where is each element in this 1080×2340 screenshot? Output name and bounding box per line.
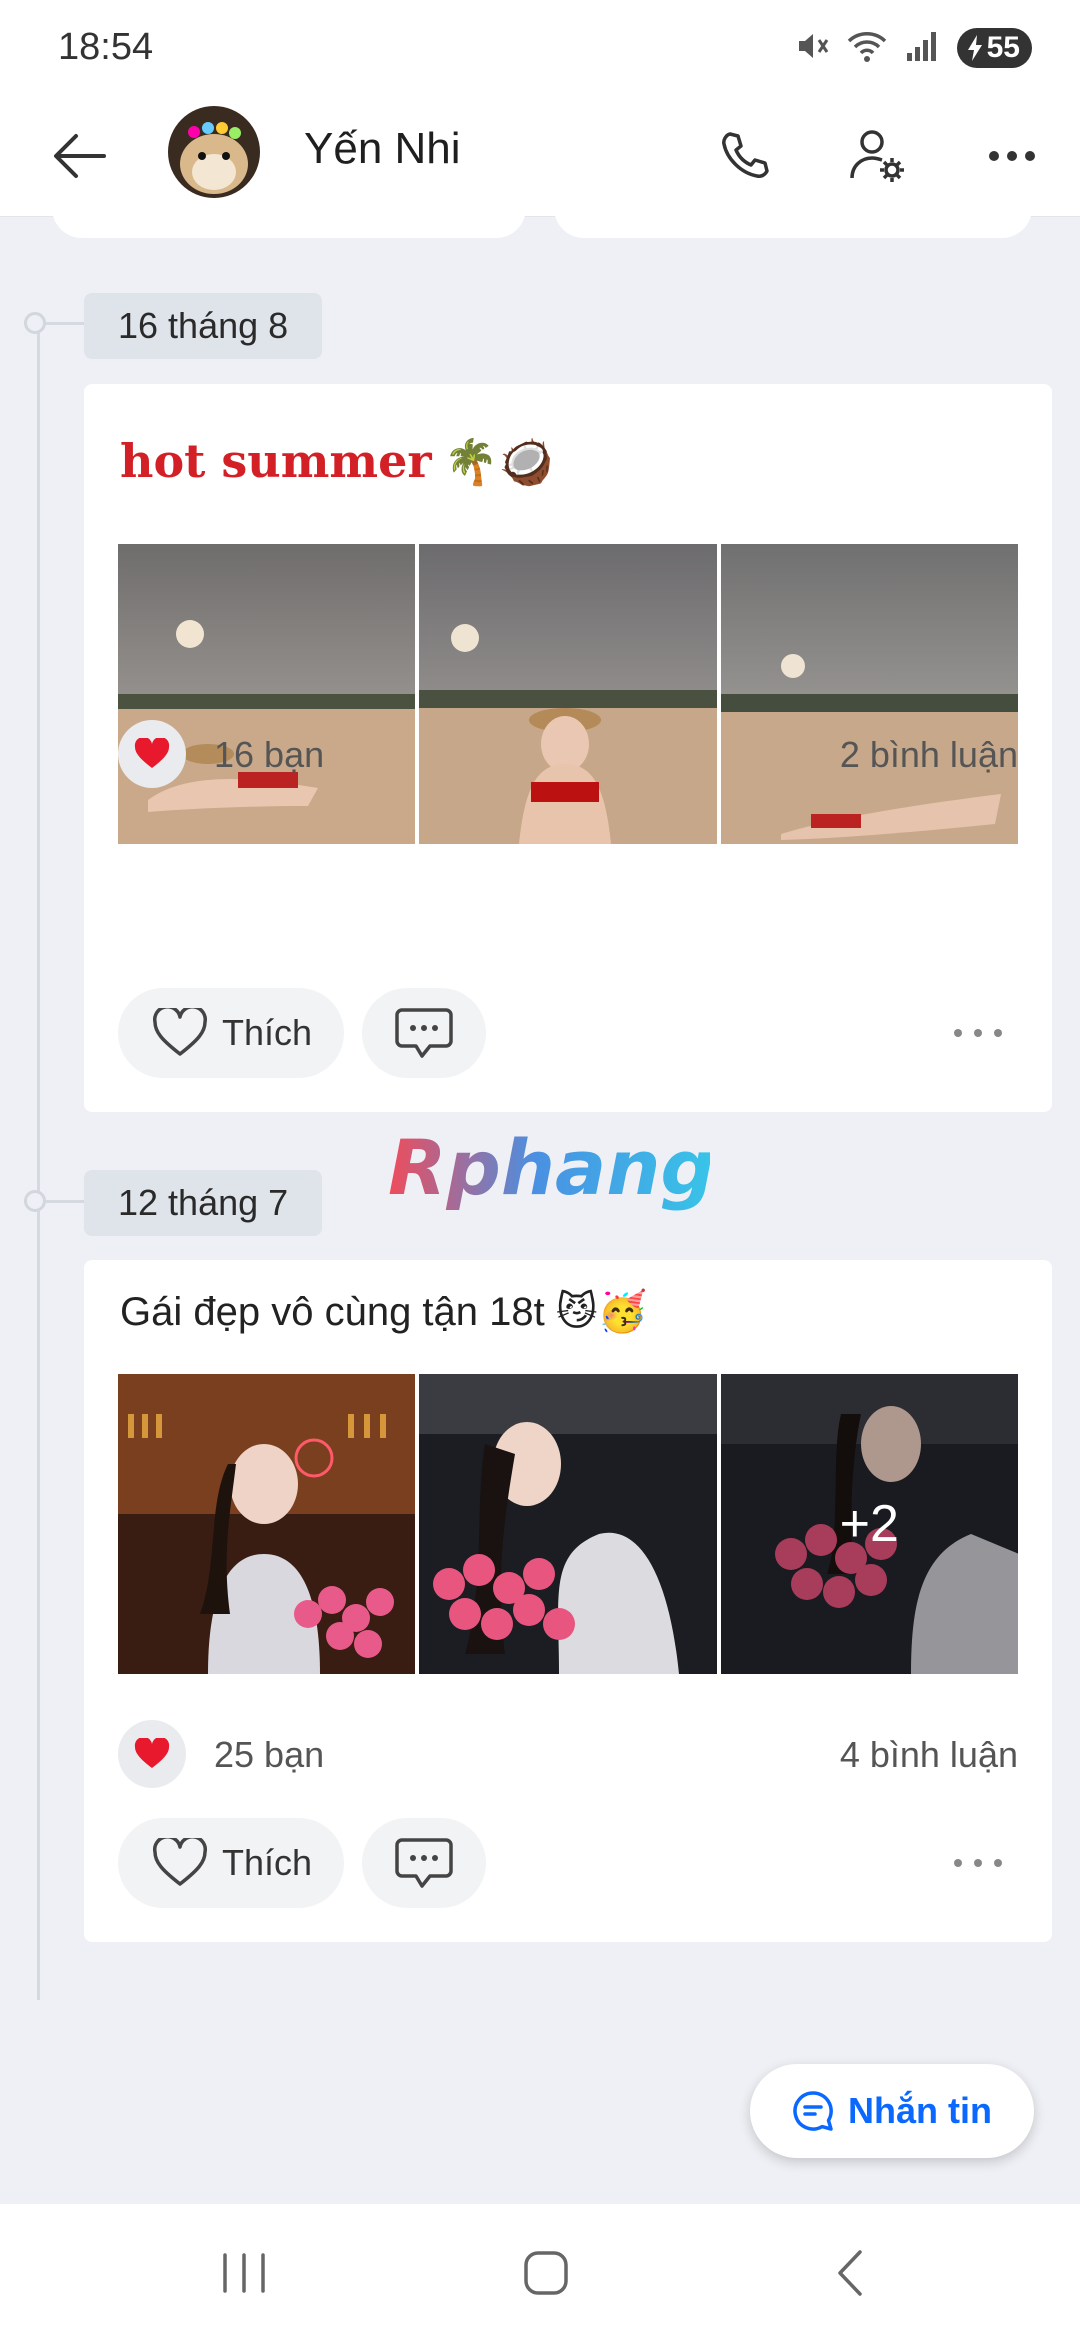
recent-apps-icon xyxy=(223,2253,265,2293)
timeline-dot xyxy=(24,1190,46,1212)
timeline-tick xyxy=(46,322,86,325)
date-chip: 16 tháng 8 xyxy=(84,293,323,359)
more-icon xyxy=(954,1859,1002,1867)
post-photo[interactable] xyxy=(118,1374,416,1674)
reaction-count[interactable]: 16 bạn xyxy=(214,734,324,776)
heart-outline-icon xyxy=(153,1008,207,1056)
post-title: Gái đẹp vô cùng tận 18t 😼🥳 xyxy=(120,1288,647,1335)
comment-button[interactable] xyxy=(362,988,486,1078)
message-button-label: Nhắn tin xyxy=(848,2090,992,2131)
call-button[interactable] xyxy=(704,116,784,196)
heart-reaction-icon[interactable] xyxy=(118,720,186,788)
post-title-text: hot summer xyxy=(120,434,432,488)
more-options-button[interactable] xyxy=(972,116,1052,196)
post-photo[interactable] xyxy=(419,1374,717,1674)
post-more-button[interactable] xyxy=(938,1838,1018,1888)
reactions-row: 25 bạn 4 bình luận xyxy=(118,1720,1018,1790)
mute-icon xyxy=(795,29,829,68)
phone-icon xyxy=(722,132,769,178)
post-photo-more[interactable]: +2 xyxy=(720,1374,1018,1674)
reactions-row xyxy=(118,1552,1018,1622)
timeline-tick xyxy=(46,1200,86,1203)
watermark: Rphang xyxy=(380,1120,715,1220)
reactions-row: 16 bạn 2 bình luận xyxy=(118,720,1018,790)
post-card[interactable]: Gái đẹp vô cùng tận 18t 😼🥳 +2 25 bạn 4 b… xyxy=(84,1260,1052,1942)
post-photo[interactable] xyxy=(118,544,416,844)
status-icons: 55 xyxy=(795,28,1032,68)
post-photo[interactable] xyxy=(419,544,717,844)
more-photos-count: +2 xyxy=(720,1374,1018,1674)
profile-settings-button[interactable] xyxy=(838,116,918,196)
actions-row: Thích xyxy=(118,988,1018,1080)
post-title: hot summer 🌴🥥 xyxy=(120,434,553,488)
profile-header: Yến Nhi xyxy=(0,96,1080,217)
comment-count[interactable]: 4 bình luận xyxy=(840,1734,1018,1776)
post-photo[interactable] xyxy=(720,544,1018,844)
date-chip: 12 tháng 7 xyxy=(84,1170,323,1236)
like-button[interactable]: Thích xyxy=(118,988,344,1078)
avatar[interactable] xyxy=(168,106,260,198)
back-arrow-icon xyxy=(54,134,106,178)
comment-icon xyxy=(395,1008,453,1058)
post-more-button[interactable] xyxy=(938,1008,1018,1058)
battery-indicator: 55 xyxy=(956,28,1032,68)
charging-icon xyxy=(967,35,982,61)
comment-icon xyxy=(395,1838,453,1888)
recent-apps-button[interactable] xyxy=(194,2238,294,2308)
chevron-left-icon xyxy=(838,2250,862,2296)
photo-grid: +2 xyxy=(118,1374,1018,1674)
actions-row: Thích xyxy=(118,1818,1018,1910)
reaction-count[interactable]: 25 bạn xyxy=(214,1734,324,1776)
status-bar: 18:54 55 xyxy=(0,0,1080,96)
heart-outline-icon xyxy=(153,1838,207,1886)
post-title-text: Gái đẹp vô cùng tận 18t xyxy=(120,1290,545,1334)
status-time: 18:54 xyxy=(58,26,154,68)
timeline-line xyxy=(37,318,40,2000)
previous-card-right xyxy=(554,206,1032,238)
like-label: Thích xyxy=(222,1012,313,1053)
chat-bubble-icon xyxy=(793,2091,833,2131)
comment-count[interactable]: 2 bình luận xyxy=(840,734,1018,776)
more-icon xyxy=(954,1029,1002,1037)
heart-reaction-icon[interactable] xyxy=(118,1720,186,1788)
battery-level: 55 xyxy=(986,31,1020,64)
post-title-emoji: 🌴🥥 xyxy=(443,438,554,487)
user-settings-icon xyxy=(850,130,904,182)
previous-card-left xyxy=(52,206,526,238)
back-button[interactable] xyxy=(40,120,120,192)
system-navigation-bar xyxy=(0,2204,1080,2340)
like-button[interactable]: Thích xyxy=(118,1818,344,1908)
timeline-dot xyxy=(24,312,46,334)
like-label: Thích xyxy=(222,1842,313,1883)
post-card[interactable]: hot summer 🌴🥥 16 bạn 2 bình luận Thích xyxy=(84,384,1052,1112)
post-title-emoji: 😼🥳 xyxy=(555,1290,648,1334)
wifi-icon xyxy=(847,29,887,68)
comment-button[interactable] xyxy=(362,1818,486,1908)
home-icon xyxy=(524,2251,568,2295)
profile-name: Yến Nhi xyxy=(304,124,461,173)
signal-icon xyxy=(905,29,939,68)
previous-cards xyxy=(0,206,1080,240)
more-icon xyxy=(989,151,1035,161)
watermark-text: Rphang xyxy=(388,1123,710,1212)
system-back-button[interactable] xyxy=(800,2238,900,2308)
message-button[interactable]: Nhắn tin xyxy=(750,2064,1034,2158)
home-button[interactable] xyxy=(496,2238,596,2308)
photo-grid xyxy=(118,544,1018,844)
